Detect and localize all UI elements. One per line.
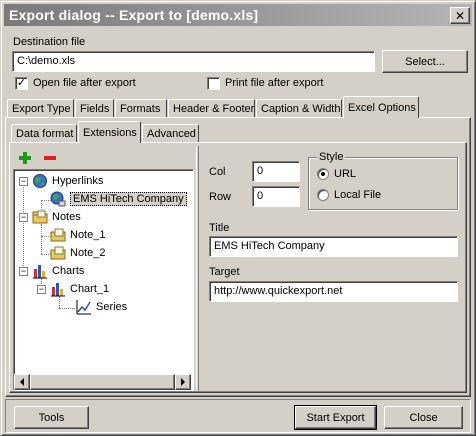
tab-label: Data format — [16, 128, 74, 140]
start-export-button[interactable]: Start Export — [294, 405, 377, 430]
tree-node-hyperlink-item[interactable]: EMS HiTech Company — [50, 191, 187, 207]
scroll-thumb[interactable] — [30, 374, 175, 390]
print-after-export-label: Print file after export — [225, 77, 324, 89]
style-groupbox — [308, 157, 458, 210]
line-chart-icon — [76, 300, 91, 315]
select-file-button[interactable]: Select... — [382, 50, 468, 73]
tab-export-type[interactable]: Export Type — [7, 99, 74, 118]
tree-node-chart-1[interactable]: Chart_1 — [50, 281, 109, 297]
bar-chart-icon — [51, 283, 65, 297]
open-after-export-checkbox[interactable]: ✓ — [15, 77, 28, 90]
scroll-right-button[interactable] — [175, 374, 191, 390]
bar-chart-icon — [33, 265, 47, 279]
green-plus-icon — [19, 152, 31, 164]
globe-link-icon — [50, 191, 66, 207]
arrow-right-icon — [181, 378, 185, 386]
tab-label: Export Type — [12, 103, 71, 115]
tab-label: Fields — [80, 103, 110, 115]
hyperlinks-expander[interactable]: − — [19, 177, 28, 186]
remove-extension-button[interactable] — [43, 151, 57, 165]
window-close-button[interactable]: ✕ — [450, 7, 470, 24]
close-button[interactable]: Close — [384, 406, 463, 429]
tree-node-label: Note_2 — [70, 247, 106, 259]
tree-horizontal-scrollbar[interactable] — [14, 374, 191, 390]
tree-node-note-1[interactable]: Note_1 — [50, 227, 105, 243]
tree-node-label: Hyperlinks — [52, 175, 104, 187]
print-after-export-checkbox[interactable] — [207, 77, 220, 90]
title-label: Title — [209, 222, 230, 234]
arrow-left-icon — [20, 378, 24, 386]
destination-file-input[interactable]: C:\demo.xls — [12, 51, 375, 72]
tab-fields[interactable]: Fields — [75, 99, 114, 118]
notes-expander[interactable]: − — [19, 213, 28, 222]
tree-node-label: EMS HiTech Company — [70, 192, 187, 206]
tree-node-label: Chart_1 — [70, 283, 110, 295]
chart1-expander[interactable]: − — [37, 285, 46, 294]
tab-advanced[interactable]: Advanced — [142, 124, 199, 143]
tree-node-label: Series — [96, 301, 128, 313]
col-input[interactable]: 0 — [252, 161, 300, 182]
tree-node-note-2[interactable]: Note_2 — [50, 245, 105, 261]
tab-label: Header & Footer — [173, 103, 255, 115]
tab-formats[interactable]: Formats — [115, 99, 167, 118]
red-minus-icon — [44, 156, 56, 160]
window-title: Export dialog -- Export to [demo.xls] — [9, 7, 259, 23]
tab-label: Advanced — [147, 128, 196, 140]
tree-node-series[interactable]: Series — [76, 299, 127, 315]
style-group-label: Style — [317, 151, 346, 163]
extensions-tree[interactable]: − Hyperlinks EMS HiTech Company − Notes … — [13, 169, 194, 391]
tab-label: Excel Options — [348, 101, 416, 114]
title-bar[interactable]: Export dialog -- Export to [demo.xls] ✕ — [4, 4, 472, 26]
tab-excel-options[interactable]: Excel Options — [343, 96, 419, 118]
open-after-export-label: Open file after export — [33, 77, 136, 89]
destination-file-label: Destination file — [13, 36, 86, 48]
note-icon — [50, 228, 66, 242]
style-local-file-radio[interactable] — [317, 189, 329, 201]
export-dialog: Export dialog -- Export to [demo.xls] ✕ … — [0, 0, 476, 436]
tree-node-charts[interactable]: Charts — [32, 263, 84, 279]
tab-caption-width[interactable]: Caption & Width — [256, 99, 342, 118]
add-extension-button[interactable] — [18, 151, 32, 165]
row-label: Row — [209, 191, 232, 203]
target-input[interactable]: http://www.quickexport.net — [209, 281, 458, 302]
style-local-file-label: Local File — [334, 189, 382, 201]
tab-extensions[interactable]: Extensions — [78, 121, 141, 143]
style-url-radio[interactable] — [317, 168, 329, 180]
tree-node-label: Note_1 — [70, 229, 106, 241]
tree-node-label: Charts — [52, 265, 85, 277]
tree-node-hyperlinks[interactable]: Hyperlinks — [32, 173, 103, 189]
note-icon — [50, 246, 66, 260]
target-label: Target — [209, 266, 240, 278]
scroll-left-button[interactable] — [14, 374, 30, 390]
notes-folder-icon — [32, 210, 48, 224]
title-input[interactable]: EMS HiTech Company — [209, 236, 458, 257]
tab-label: Formats — [120, 103, 161, 115]
col-label: Col — [209, 166, 226, 178]
tab-label: Extensions — [83, 126, 137, 139]
row-input[interactable]: 0 — [252, 186, 300, 207]
tree-node-label: Notes — [52, 211, 81, 223]
tree-node-notes[interactable]: Notes — [32, 209, 81, 225]
tab-header-footer[interactable]: Header & Footer — [168, 99, 255, 118]
charts-expander[interactable]: − — [19, 267, 28, 276]
tools-button[interactable]: Tools — [14, 406, 89, 429]
tab-label: Caption & Width — [261, 103, 341, 115]
close-icon: ✕ — [454, 8, 466, 23]
globe-icon — [33, 174, 47, 188]
tab-data-format[interactable]: Data format — [11, 124, 77, 143]
style-url-label: URL — [334, 168, 357, 180]
